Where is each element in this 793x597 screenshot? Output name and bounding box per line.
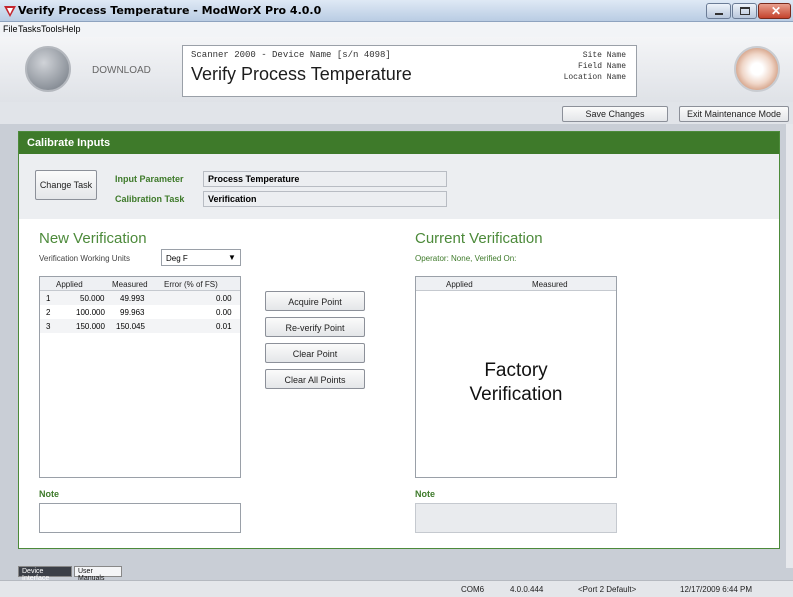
- col-applied: Applied: [56, 280, 83, 289]
- table-row[interactable]: 1 50.000 49.993 0.00: [40, 291, 240, 305]
- col-applied: Applied: [446, 280, 473, 289]
- operator-text: Operator: None, Verified On:: [415, 254, 517, 263]
- save-changes-button[interactable]: Save Changes: [562, 106, 668, 122]
- row-index: 1: [46, 294, 51, 303]
- close-icon: ✕: [771, 4, 782, 18]
- calibration-task-value: Verification: [203, 191, 447, 207]
- tab-user-manuals[interactable]: User Manuals: [74, 566, 122, 582]
- field-name: Field Name: [577, 62, 626, 71]
- new-note-input[interactable]: [39, 503, 241, 533]
- col-measured: Measured: [532, 280, 568, 289]
- current-verification-heading: Current Verification: [415, 230, 543, 247]
- menu-tools[interactable]: Tools: [41, 24, 62, 34]
- applied-value: 150.000: [76, 322, 105, 331]
- units-select[interactable]: Deg F ▼: [161, 249, 241, 266]
- table-row[interactable]: 2 100.000 99.963 0.00: [40, 305, 240, 319]
- calibration-task-label: Calibration Task: [115, 194, 185, 204]
- measured-value: 99.963: [120, 308, 145, 317]
- row-index: 2: [46, 308, 51, 317]
- input-parameter-value: Process Temperature: [203, 171, 447, 187]
- maximize-button[interactable]: [732, 3, 757, 19]
- action-bar: Save Changes Exit Maintenance Mode: [0, 102, 793, 124]
- vertical-scrollbar[interactable]: [786, 124, 793, 568]
- status-port-default: <Port 2 Default>: [578, 585, 637, 594]
- reverify-point-button[interactable]: Re-verify Point: [265, 317, 365, 337]
- input-parameter-label: Input Parameter: [115, 174, 184, 184]
- factory-verification-text: Factory Verification: [416, 359, 616, 407]
- device-info-box: Scanner 2000 - Device Name [s/n 4098] Ve…: [182, 45, 637, 97]
- brand-logo-icon: [734, 46, 780, 92]
- row-index: 3: [46, 322, 51, 331]
- error-value: 0.01: [216, 322, 232, 331]
- clear-point-button[interactable]: Clear Point: [265, 343, 365, 363]
- download-label[interactable]: DOWNLOAD: [92, 65, 151, 76]
- factory-line-1: Factory: [484, 360, 548, 381]
- menu-bar: File Tasks Tools Help: [0, 22, 793, 37]
- close-button[interactable]: ✕: [758, 3, 791, 19]
- table-row[interactable]: 3 150.000 150.045 0.01: [40, 319, 240, 333]
- current-note-label: Note: [415, 489, 435, 499]
- window-title: Verify Process Temperature - ModWorX Pro…: [18, 4, 322, 17]
- minimize-button[interactable]: [706, 3, 731, 19]
- acquire-point-button[interactable]: Acquire Point: [265, 291, 365, 311]
- chevron-down-icon: ▼: [228, 253, 236, 262]
- maximize-icon: [740, 7, 750, 15]
- clear-all-points-button[interactable]: Clear All Points: [265, 369, 365, 389]
- change-task-button[interactable]: Change Task: [35, 170, 97, 200]
- status-datetime: 12/17/2009 6:44 PM: [680, 585, 753, 594]
- section-header: Calibrate Inputs: [19, 132, 779, 154]
- status-port: COM6: [461, 585, 485, 594]
- download-button[interactable]: [25, 46, 71, 92]
- minimize-icon: [715, 13, 723, 15]
- grid-header-row: Applied Measured: [416, 277, 616, 291]
- measured-value: 150.045: [116, 322, 145, 331]
- col-measured: Measured: [112, 280, 148, 289]
- tab-device-interface[interactable]: Device Interface: [18, 566, 72, 582]
- col-error: Error (% of FS): [164, 280, 218, 289]
- task-panel: Change Task Input Parameter Process Temp…: [19, 154, 779, 219]
- current-note-field: [415, 503, 617, 533]
- location-name: Location Name: [563, 73, 626, 82]
- new-note-label: Note: [39, 489, 59, 499]
- error-value: 0.00: [216, 308, 232, 317]
- header-panel: DOWNLOAD Scanner 2000 - Device Name [s/n…: [0, 37, 793, 102]
- status-version: 4.0.0.444: [510, 585, 544, 594]
- app-logo-icon: [4, 6, 16, 17]
- menu-tasks[interactable]: Tasks: [18, 24, 41, 34]
- error-value: 0.00: [216, 294, 232, 303]
- menu-help[interactable]: Help: [62, 24, 81, 34]
- units-select-value: Deg F: [166, 254, 188, 263]
- new-verification-heading: New Verification: [39, 230, 147, 247]
- section-title: Calibrate Inputs: [27, 137, 111, 149]
- title-bar: Verify Process Temperature - ModWorX Pro…: [0, 0, 793, 22]
- calibrate-inputs-panel: Calibrate Inputs Change Task Input Param…: [18, 131, 780, 549]
- device-name-line: Scanner 2000 - Device Name [s/n 4098]: [191, 50, 391, 60]
- measured-value: 49.993: [120, 294, 145, 303]
- current-verification-grid[interactable]: Applied Measured Factory Verification: [415, 276, 617, 478]
- site-name: Site Name: [582, 51, 626, 60]
- menu-file[interactable]: File: [3, 24, 18, 34]
- units-label: Verification Working Units: [39, 254, 130, 263]
- factory-line-2: Verification: [469, 384, 563, 405]
- applied-value: 100.000: [76, 308, 105, 317]
- grid-header-row: Applied Measured Error (% of FS): [40, 277, 240, 291]
- new-verification-grid[interactable]: Applied Measured Error (% of FS) 1 50.00…: [39, 276, 241, 478]
- exit-maintenance-mode-button[interactable]: Exit Maintenance Mode: [679, 106, 789, 122]
- applied-value: 50.000: [80, 294, 105, 303]
- status-bar: COM6 4.0.0.444 <Port 2 Default> 12/17/20…: [0, 580, 793, 597]
- page-title: Verify Process Temperature: [191, 64, 412, 84]
